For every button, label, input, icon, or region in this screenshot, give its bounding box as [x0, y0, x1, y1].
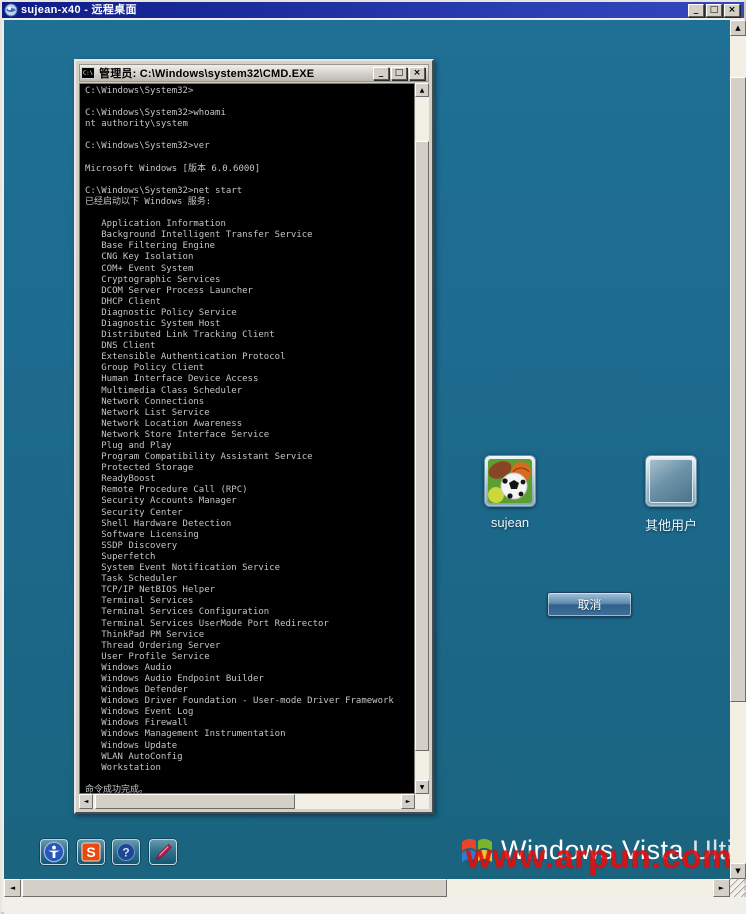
viewer-vertical-scroll-thumb[interactable] — [730, 77, 746, 702]
viewer-horizontal-scroll-thumb[interactable] — [22, 879, 447, 897]
cmd-minimize-button[interactable]: _ — [373, 66, 389, 80]
svg-text:S: S — [86, 844, 95, 860]
viewer-resize-grip[interactable] — [730, 879, 746, 897]
window-bottom-strip — [4, 897, 746, 914]
cmd-window: C:\ 管理员: C:\Windows\system32\CMD.EXE _ □… — [74, 59, 434, 814]
window-title: sujean-x40 - 远程桌面 — [21, 4, 137, 16]
cmd-vertical-scrollbar[interactable]: ▲ ▼ — [415, 83, 429, 794]
user-tile-sujean[interactable] — [484, 455, 536, 507]
sujean-avatar — [488, 459, 532, 503]
cmd-vertical-scroll-thumb[interactable] — [415, 141, 429, 751]
viewer-scroll-down-icon[interactable]: ▼ — [730, 863, 746, 879]
remote-desktop-viewport: C:\ 管理员: C:\Windows\system32\CMD.EXE _ □… — [4, 20, 730, 879]
cmd-horizontal-scroll-thumb[interactable] — [95, 794, 295, 809]
user-tile-other[interactable] — [645, 455, 697, 507]
cmd-maximize-button[interactable]: □ — [391, 66, 407, 80]
remote-viewer-window: sujean-x40 - 远程桌面 _ □ × C:\ 管理员: C:\Wind… — [0, 0, 746, 914]
cmd-scroll-left-icon[interactable]: ◄ — [79, 794, 93, 809]
sogou-input-button[interactable]: S — [77, 839, 105, 865]
viewer-scroll-right-icon[interactable]: ► — [713, 879, 730, 897]
viewer-scroll-left-icon[interactable]: ◄ — [4, 879, 21, 897]
svg-text:?: ? — [122, 846, 129, 860]
arpun-watermark: www.arpun.com — [466, 838, 730, 875]
viewer-vertical-scrollbar[interactable]: ▲ ▼ — [730, 20, 746, 879]
svg-text:C:\: C:\ — [83, 71, 93, 77]
app-icon — [4, 3, 18, 17]
ease-of-access-button[interactable] — [40, 839, 68, 865]
maximize-button[interactable]: □ — [706, 3, 722, 17]
user-label-sujean: sujean — [490, 515, 530, 530]
viewer-scroll-up-icon[interactable]: ▲ — [730, 20, 746, 36]
user-label-other: 其他用户 — [644, 518, 697, 533]
cmd-scroll-up-icon[interactable]: ▲ — [415, 83, 429, 97]
ease-of-access-icon — [43, 841, 65, 863]
other-user-avatar — [649, 459, 693, 503]
close-button[interactable]: × — [724, 3, 740, 17]
cmd-horizontal-scrollbar[interactable]: ◄ ► — [79, 794, 415, 809]
help-button[interactable]: ? — [112, 839, 140, 865]
cmd-resize-grip[interactable] — [415, 794, 429, 809]
help-icon: ? — [117, 843, 135, 861]
cancel-button[interactable]: 取消 — [547, 592, 632, 617]
pen-input-button[interactable] — [149, 839, 177, 865]
viewer-horizontal-scrollbar[interactable]: ◄ ► — [4, 879, 730, 897]
cmd-titlebar[interactable]: C:\ 管理员: C:\Windows\system32\CMD.EXE _ □… — [79, 64, 429, 82]
cmd-icon: C:\ — [81, 67, 95, 79]
logon-toolbar: S ? — [40, 839, 177, 865]
cmd-scroll-down-icon[interactable]: ▼ — [415, 780, 429, 794]
cmd-console-output[interactable]: C:\Windows\System32> C:\Windows\System32… — [79, 83, 415, 794]
sogou-s-icon: S — [81, 842, 101, 862]
cmd-console-text: C:\Windows\System32> C:\Windows\System32… — [85, 86, 394, 794]
cmd-close-button[interactable]: × — [409, 66, 425, 80]
cmd-title: 管理员: C:\Windows\system32\CMD.EXE — [99, 68, 315, 80]
pen-icon — [155, 844, 172, 860]
minimize-button[interactable]: _ — [688, 3, 704, 17]
window-titlebar[interactable]: sujean-x40 - 远程桌面 _ □ × — [2, 2, 744, 18]
cmd-scroll-right-icon[interactable]: ► — [401, 794, 415, 809]
